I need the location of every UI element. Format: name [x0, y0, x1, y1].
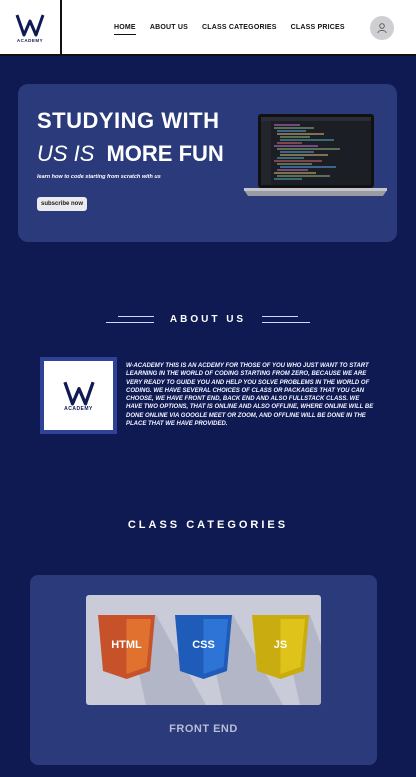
html-badge-icon: HTML	[98, 615, 155, 679]
user-icon	[377, 23, 387, 34]
hero-title-rest: MORE FUN	[106, 141, 224, 166]
category-card-front-end[interactable]: HTML CSS JS FRONT END	[30, 575, 377, 765]
brand-logo[interactable]: ACADEMY	[0, 0, 62, 56]
nav-about-us[interactable]: ABOUT US	[150, 24, 188, 31]
about-description: W-ACADEMY THIS IS AN ACDEMY FOR THOSE OF…	[126, 363, 374, 428]
css-badge-label: CSS	[192, 639, 215, 651]
nav-class-prices[interactable]: CLASS PRICES	[291, 24, 345, 31]
laptop-code-image	[244, 114, 387, 196]
js-badge-label: JS	[274, 639, 287, 651]
nav-home[interactable]: HOME	[114, 24, 136, 35]
brand-logo-text: ACADEMY	[16, 38, 44, 43]
hero-title-line2: US IS MORE FUN	[37, 141, 224, 167]
front-end-badges-image: HTML CSS JS	[86, 595, 321, 705]
about-heading-line-right-bottom	[262, 322, 310, 323]
categories-heading: CLASS CATEGORIES	[127, 519, 289, 531]
about-logo: ACADEMY	[40, 357, 117, 434]
user-avatar[interactable]	[370, 16, 394, 40]
hero-subtitle: learn how to code starting from scratch …	[37, 174, 161, 180]
about-logo-text: ACADEMY	[64, 405, 93, 412]
main-nav: HOME ABOUT US CLASS CATEGORIES CLASS PRI…	[114, 24, 359, 35]
hero-title-italic: US IS	[37, 141, 95, 166]
hero-title-line1: STUDYING WITH	[37, 108, 220, 133]
about-heading: ABOUT US	[169, 314, 247, 325]
w-logo-icon	[62, 381, 95, 405]
css-badge-icon: CSS	[175, 615, 232, 679]
js-badge-icon: JS	[252, 615, 309, 679]
nav-class-categories[interactable]: CLASS CATEGORIES	[202, 24, 277, 31]
hero-banner: STUDYING WITH US IS MORE FUN learn how to…	[18, 84, 397, 242]
html-badge-label: HTML	[111, 639, 142, 651]
about-heading-line-right-top	[262, 316, 298, 317]
subscribe-button[interactable]: subscribe now	[37, 197, 88, 211]
category-label: FRONT END	[169, 723, 238, 735]
w-logo-icon	[15, 14, 45, 37]
navbar: ACADEMY HOME ABOUT US CLASS CATEGORIES C…	[0, 0, 416, 56]
